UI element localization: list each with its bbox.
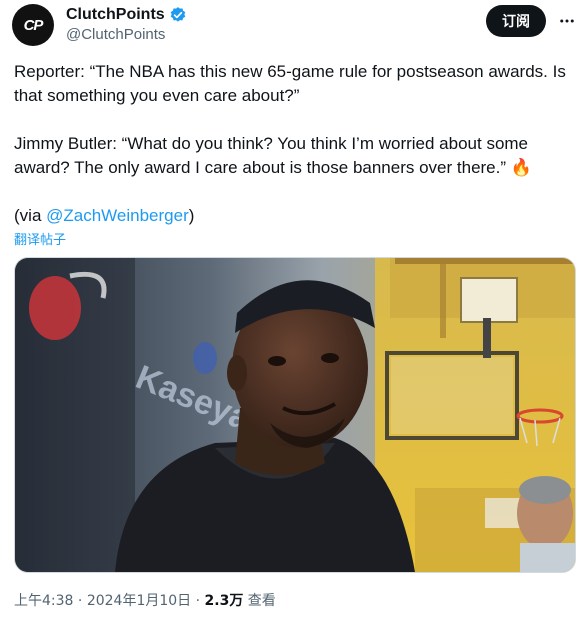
display-name[interactable]: ClutchPoints: [66, 6, 165, 24]
tweet-date[interactable]: 2024年1月10日: [87, 593, 191, 609]
media-photo: Kaseya: [15, 258, 575, 572]
author-name-row: ClutchPoints: [66, 6, 187, 24]
views-count: 2.3万: [204, 593, 244, 609]
more-options-icon[interactable]: [556, 10, 578, 32]
views-label: 查看: [243, 593, 276, 609]
subscribe-button[interactable]: 订阅: [486, 5, 546, 37]
tweet-time[interactable]: 上午4:38: [14, 593, 73, 609]
tweet-media-image[interactable]: Kaseya: [14, 257, 576, 573]
tweet-paragraph-reporter: Reporter: “The NBA has this new 65-game …: [14, 62, 566, 105]
tweet-text: Reporter: “The NBA has this new 65-game …: [14, 60, 580, 228]
translate-post-link[interactable]: 翻译帖子: [14, 229, 66, 248]
clutchpoints-logo: CP: [23, 16, 44, 34]
mention-link[interactable]: @ZachWeinberger: [46, 206, 189, 225]
verified-badge-icon[interactable]: [169, 6, 187, 24]
avatar[interactable]: CP: [12, 4, 54, 46]
tweet-meta: 上午4:38 · 2024年1月10日 · 2.3万 查看: [14, 593, 276, 609]
tweet-paragraph-via: (via @ZachWeinberger): [14, 206, 195, 225]
tweet-paragraph-butler: Jimmy Butler: “What do you think? You th…: [14, 134, 532, 177]
author-handle[interactable]: @ClutchPoints: [66, 26, 165, 43]
